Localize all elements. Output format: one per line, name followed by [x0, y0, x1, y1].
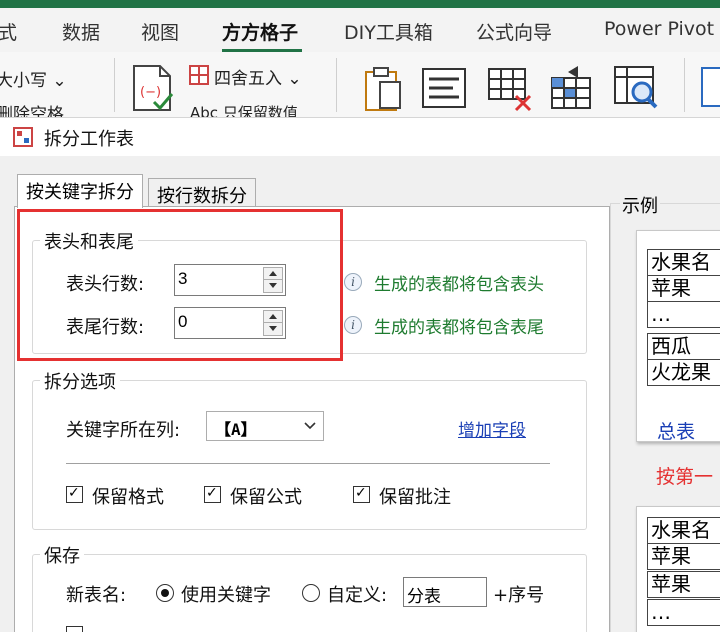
- example-cell: 水果名: [647, 249, 720, 276]
- tab-split-by-keyword[interactable]: 按关键字拆分: [17, 174, 143, 208]
- custom-name-value[interactable]: 分表: [407, 582, 441, 607]
- title-bar-strip: [0, 0, 720, 8]
- ribbon-separator: [114, 58, 115, 112]
- check-icon: ✓: [206, 485, 218, 501]
- example-cell: …: [647, 599, 720, 626]
- example-title: 示例: [620, 192, 660, 218]
- divider: [66, 463, 550, 464]
- add-field-link[interactable]: 增加字段: [458, 416, 526, 441]
- tab-power-pivot[interactable]: Power Pivot: [604, 18, 714, 40]
- footer-hint: 生成的表都将包含表尾: [374, 318, 544, 338]
- arrow-down-icon: [269, 283, 277, 288]
- round-button[interactable]: 四舍五入 ⌄: [214, 64, 302, 89]
- keep-comment-label[interactable]: 保留批注: [379, 483, 451, 509]
- keep-formula-label[interactable]: 保留公式: [230, 483, 302, 509]
- delete-grid-icon[interactable]: [486, 66, 534, 112]
- example-cell: 苹果: [647, 543, 720, 570]
- check-icon: ✓: [355, 485, 367, 501]
- example-sheet-split: 水果名 苹果 苹果 …: [636, 506, 720, 632]
- header-footer-title: 表头和表尾: [40, 228, 138, 254]
- find-grid-icon[interactable]: [612, 64, 662, 112]
- keep-format-label[interactable]: 保留格式: [92, 483, 164, 509]
- trim-space-button[interactable]: 删除空格: [0, 100, 64, 117]
- header-rows-down-button[interactable]: [264, 280, 282, 292]
- header-hint: 生成的表都将包含表头: [374, 275, 544, 295]
- partial-checkbox[interactable]: [66, 626, 83, 632]
- clipboard-icon[interactable]: [360, 64, 404, 114]
- keep-formula-checkbox[interactable]: ✓: [204, 485, 221, 503]
- footer-rows-down-button[interactable]: [264, 323, 282, 335]
- tab-split-by-rows[interactable]: 按行数拆分: [148, 178, 256, 208]
- tab-fangfang[interactable]: 方方格子: [222, 18, 298, 45]
- dialog-app-icon: [13, 127, 33, 147]
- tab-view[interactable]: 视图: [141, 18, 179, 45]
- text-lines-icon[interactable]: [420, 66, 468, 110]
- footer-rows-spin: [263, 310, 283, 336]
- tab-formula-wizard[interactable]: 公式向导: [476, 18, 552, 45]
- ribbon-separator: [684, 58, 685, 112]
- use-keyword-radio[interactable]: [156, 584, 174, 602]
- example-cell: 火龙果: [647, 359, 720, 386]
- check-icon: ✓: [68, 485, 80, 501]
- seq-suffix-label: +序号: [493, 585, 545, 606]
- ribbon-tabs: 式 数据 视图 方方格子 DIY工具箱 公式向导 Power Pivot: [0, 8, 720, 52]
- header-rows-spin: [263, 267, 283, 293]
- keyword-column-value: 【A】: [215, 420, 257, 439]
- example-cell: 水果名: [647, 517, 720, 544]
- dialog-title-bar: 拆分工作表: [0, 118, 720, 156]
- new-name-label: 新表名:: [66, 585, 127, 606]
- radio-selected-icon: [161, 589, 169, 597]
- svg-text:(−): (−): [140, 85, 161, 100]
- split-options-title: 拆分选项: [40, 368, 120, 394]
- dialog-title: 拆分工作表: [44, 129, 134, 150]
- case-button[interactable]: 大小写 ⌄: [0, 66, 67, 91]
- custom-name-radio[interactable]: [302, 584, 320, 602]
- custom-name-input[interactable]: 分表: [403, 577, 487, 607]
- calc-doc-icon[interactable]: (−): [130, 62, 176, 114]
- footer-rows-up-button[interactable]: [264, 311, 282, 323]
- info-icon: i: [344, 316, 362, 334]
- example-cell: …: [647, 301, 720, 328]
- footer-rows-value[interactable]: 0: [178, 312, 187, 332]
- example-cell: 苹果: [647, 275, 720, 302]
- split-by-label: 按第一: [656, 466, 714, 488]
- info-icon: i: [344, 273, 362, 291]
- header-rows-label: 表头行数:: [66, 274, 145, 295]
- header-rows-stepper[interactable]: 3: [174, 264, 286, 296]
- example-sheet-tab: 总表: [657, 421, 696, 442]
- round-icon: [189, 65, 209, 85]
- header-rows-value[interactable]: 3: [178, 269, 187, 289]
- use-keyword-label[interactable]: 使用关键字: [181, 581, 271, 607]
- tab-data[interactable]: 数据: [62, 18, 100, 45]
- footer-rows-stepper[interactable]: 0: [174, 307, 286, 339]
- arrow-down-icon: [269, 326, 277, 331]
- swap-grid-icon[interactable]: [548, 62, 596, 112]
- arrow-up-icon: [269, 271, 277, 276]
- tab-diy-toolbox[interactable]: DIY工具箱: [344, 18, 433, 45]
- arrow-up-icon: [269, 314, 277, 319]
- example-cell: 西瓜: [647, 333, 720, 360]
- save-title: 保存: [40, 542, 84, 568]
- custom-name-label[interactable]: 自定义:: [327, 581, 387, 607]
- keyword-column-select[interactable]: 【A】: [206, 411, 324, 441]
- tab-formula[interactable]: 式: [0, 18, 17, 45]
- partial-ribbon-icon[interactable]: [700, 64, 720, 110]
- footer-rows-label: 表尾行数:: [66, 317, 145, 338]
- chevron-down-icon: [304, 422, 316, 430]
- ribbon-separator: [336, 58, 337, 112]
- ribbon-panel: 大小写 ⌄ 删除空格 (−) 四舍五入 ⌄ Abc 只保留数值: [0, 52, 720, 118]
- example-sheet-total: 水果名 苹果 … 西瓜 火龙果 总表: [636, 230, 720, 442]
- keep-format-checkbox[interactable]: ✓: [66, 485, 83, 503]
- keep-numbers-button[interactable]: Abc 只保留数值: [190, 102, 298, 117]
- keep-comment-checkbox[interactable]: ✓: [353, 485, 370, 503]
- keyword-column-label: 关键字所在列:: [66, 420, 181, 441]
- example-cell: 苹果: [647, 571, 720, 598]
- header-rows-up-button[interactable]: [264, 268, 282, 280]
